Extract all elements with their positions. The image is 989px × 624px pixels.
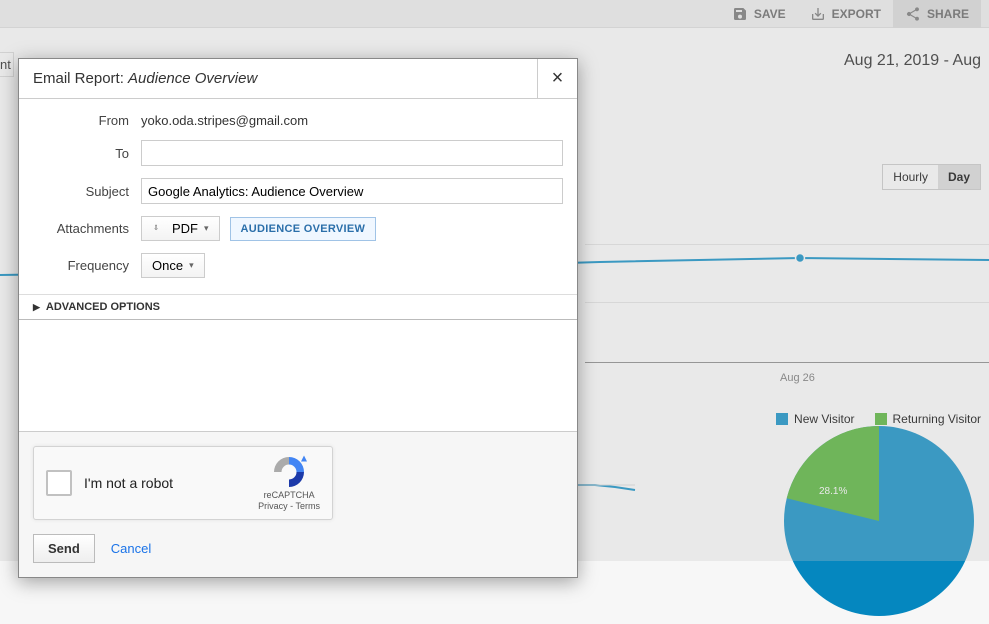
- recaptcha-terms-link[interactable]: Terms: [296, 501, 321, 511]
- to-label: To: [33, 146, 141, 161]
- recaptcha-privacy-link[interactable]: Privacy: [258, 501, 288, 511]
- message-textarea[interactable]: [19, 320, 577, 432]
- caret-down-icon: ▾: [189, 260, 194, 271]
- from-label: From: [33, 113, 141, 128]
- from-row: From yoko.oda.stripes@gmail.com: [33, 113, 563, 128]
- dialog-action-row: Send Cancel: [33, 534, 563, 563]
- close-icon: ×: [552, 67, 564, 90]
- recaptcha-branding: reCAPTCHA Privacy - Terms: [258, 454, 320, 512]
- to-input[interactable]: [141, 140, 563, 166]
- advanced-options-label: ADVANCED OPTIONS: [46, 301, 160, 313]
- cancel-link[interactable]: Cancel: [111, 541, 151, 556]
- subject-input[interactable]: [141, 178, 563, 204]
- recaptcha-icon: [271, 454, 307, 490]
- close-button[interactable]: ×: [537, 59, 577, 99]
- recaptcha-checkbox[interactable]: [46, 470, 72, 496]
- attachment-format-label: PDF: [172, 221, 198, 236]
- attachments-row: Attachments ⇩ PDF ▾ AUDIENCE OVERVIEW: [33, 216, 563, 241]
- frequency-row: Frequency Once ▾: [33, 253, 563, 278]
- attachment-format-dropdown[interactable]: ⇩ PDF ▾: [141, 216, 220, 241]
- to-row: To: [33, 140, 563, 166]
- recaptcha-brand: reCAPTCHA: [258, 490, 320, 501]
- from-value: yoko.oda.stripes@gmail.com: [141, 113, 563, 128]
- subject-label: Subject: [33, 184, 141, 199]
- email-report-dialog: Email Report: Audience Overview × From y…: [18, 58, 578, 578]
- dialog-header: Email Report: Audience Overview ×: [19, 59, 577, 99]
- dialog-title-prefix: Email Report:: [33, 70, 128, 87]
- recaptcha-brand-text: reCAPTCHA Privacy - Terms: [258, 490, 320, 512]
- dialog-title: Email Report: Audience Overview: [19, 70, 271, 87]
- svg-text:⇩: ⇩: [153, 224, 159, 232]
- send-button[interactable]: Send: [33, 534, 95, 563]
- dialog-title-report: Audience Overview: [128, 70, 257, 87]
- recaptcha-widget: I'm not a robot reCAPTCHA Privacy - Term…: [33, 446, 333, 520]
- subject-row: Subject: [33, 178, 563, 204]
- frequency-dropdown[interactable]: Once ▾: [141, 253, 205, 278]
- frequency-value: Once: [152, 258, 183, 273]
- pdf-icon: ⇩: [152, 222, 166, 236]
- recaptcha-label: I'm not a robot: [84, 475, 246, 491]
- advanced-options-toggle[interactable]: ▶ ADVANCED OPTIONS: [19, 294, 577, 320]
- disclosure-triangle-icon: ▶: [33, 302, 40, 313]
- caret-down-icon: ▾: [204, 223, 209, 234]
- dialog-footer: I'm not a robot reCAPTCHA Privacy - Term…: [19, 432, 577, 577]
- frequency-label: Frequency: [33, 258, 141, 273]
- attachment-chip[interactable]: AUDIENCE OVERVIEW: [230, 217, 377, 241]
- dialog-form: From yoko.oda.stripes@gmail.com To Subje…: [19, 99, 577, 294]
- attachments-label: Attachments: [33, 221, 141, 236]
